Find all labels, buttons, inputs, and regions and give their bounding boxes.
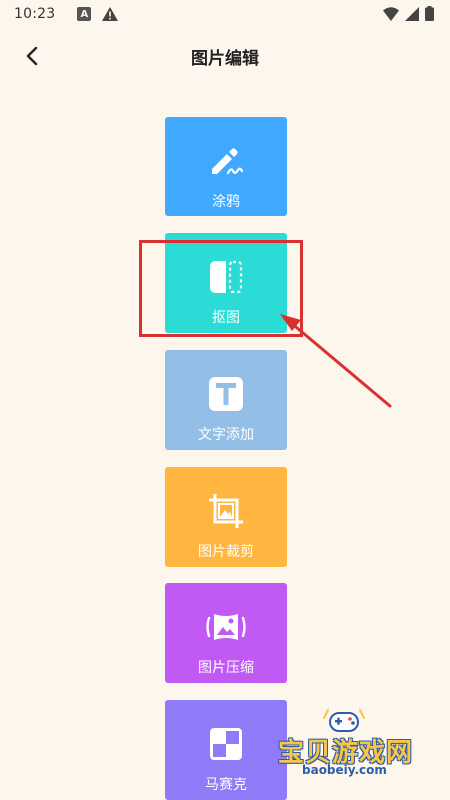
status-time: 10:23 [14, 6, 56, 22]
tool-add-text-button[interactable]: 文字添加 [165, 350, 287, 450]
tool-doodle-label: 涂鸦 [212, 194, 240, 210]
tool-compress-button[interactable]: 图片压缩 [165, 583, 287, 683]
watermark-url: baobeiy.com [302, 763, 387, 777]
tool-crop-label: 图片裁剪 [198, 544, 254, 560]
gamepad-icon [323, 709, 365, 732]
compress-icon [206, 607, 246, 647]
text-t-icon [206, 374, 246, 414]
header: 图片编辑 [0, 28, 450, 84]
signal-icon [405, 6, 419, 21]
chevron-left-icon [26, 46, 38, 66]
tool-doodle-button[interactable]: 涂鸦 [165, 117, 287, 216]
pen-icon [206, 141, 246, 181]
wifi-icon [383, 6, 399, 21]
tool-cutout-label: 抠图 [212, 310, 240, 326]
app-notification-icon: A [77, 7, 92, 21]
back-button[interactable] [18, 42, 46, 70]
tool-add-text-label: 文字添加 [198, 427, 254, 443]
warning-icon [102, 7, 119, 21]
battery-icon [425, 6, 434, 21]
tool-compress-label: 图片压缩 [198, 660, 254, 676]
page-title: 图片编辑 [191, 48, 259, 69]
mosaic-icon [206, 724, 246, 764]
tool-mosaic-label: 马赛克 [205, 777, 247, 793]
crop-icon [206, 491, 246, 531]
status-bar: 10:23 A [0, 0, 450, 28]
tool-crop-button[interactable]: 图片裁剪 [165, 467, 287, 567]
status-right [383, 6, 434, 21]
tool-mosaic-button[interactable]: 马赛克 [165, 700, 287, 800]
cutout-icon [206, 257, 246, 297]
tool-cutout-button[interactable]: 抠图 [165, 233, 287, 333]
watermark: 宝贝游戏网 baobeiy.com [272, 706, 448, 786]
watermark-name: 宝贝游戏网 [278, 738, 414, 768]
